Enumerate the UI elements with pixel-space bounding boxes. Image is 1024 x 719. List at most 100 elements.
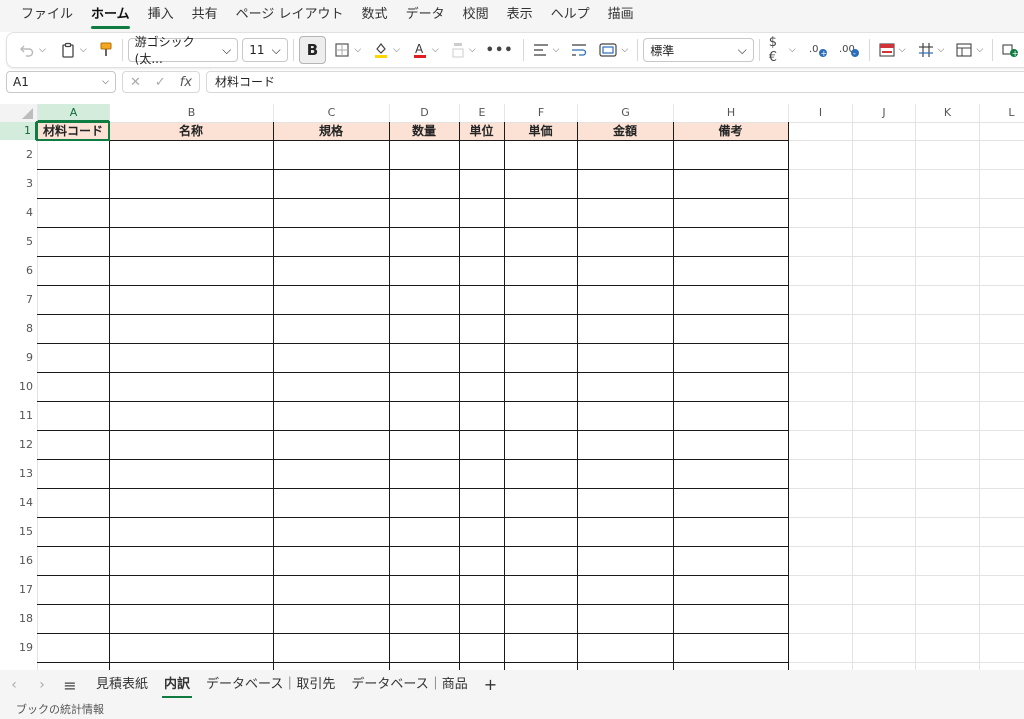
decrease-decimal-icon: .00- xyxy=(839,44,859,58)
column-header-C[interactable]: C xyxy=(273,104,389,122)
format-as-table-button[interactable]: ⌵ xyxy=(914,37,949,63)
column-header-B[interactable]: B xyxy=(109,104,273,122)
table-border-horizontal xyxy=(37,227,788,228)
merge-button[interactable]: ⌵ xyxy=(595,37,632,63)
row-header-9[interactable]: 9 xyxy=(0,343,37,372)
header-cell-E[interactable]: 単位 xyxy=(459,122,504,140)
row-header-1[interactable]: 1 xyxy=(0,122,37,140)
formula-input[interactable]: 材料コード xyxy=(206,71,1024,93)
insert-cells-button[interactable]: + ⌵ xyxy=(998,37,1024,63)
row-header-2[interactable]: 2 xyxy=(0,140,37,169)
selected-cell-outline xyxy=(36,121,110,141)
column-header-F[interactable]: F xyxy=(504,104,577,122)
chevron-down-icon: ⌵ xyxy=(102,77,109,87)
column-header-G[interactable]: G xyxy=(577,104,673,122)
row-header-4[interactable]: 4 xyxy=(0,198,37,227)
row-header-12[interactable]: 12 xyxy=(0,430,37,459)
menu-tab-4[interactable]: ページ レイアウト xyxy=(227,0,353,32)
chevron-down-icon: ⌵ xyxy=(222,42,232,57)
menu-tab-7[interactable]: 校閲 xyxy=(454,0,498,32)
spreadsheet-grid[interactable]: A B C D E F G H I J K L 1 2 3 4 5 6 7 8 9 10 11 12 13 14 15 16 17 18 1… xyxy=(0,104,1024,670)
row-header-11[interactable]: 11 xyxy=(0,401,37,430)
name-box[interactable]: A1 ⌵ xyxy=(6,71,116,93)
row-header-15[interactable]: 15 xyxy=(0,517,37,546)
add-sheet-button[interactable]: + xyxy=(476,670,505,700)
header-cell-F[interactable]: 単価 xyxy=(504,122,577,140)
header-cell-D[interactable]: 数量 xyxy=(389,122,459,140)
header-cell-G[interactable]: 金額 xyxy=(577,122,673,140)
table-border-horizontal xyxy=(37,459,788,460)
row-header-5[interactable]: 5 xyxy=(0,227,37,256)
row-header-17[interactable]: 17 xyxy=(0,575,37,604)
header-cell-C[interactable]: 規格 xyxy=(273,122,389,140)
align-button[interactable]: ⌵ xyxy=(529,37,564,63)
table-border-horizontal xyxy=(37,140,788,141)
row-header-18[interactable]: 18 xyxy=(0,604,37,633)
all-sheets-button[interactable]: ≡ xyxy=(56,676,84,695)
column-header-H[interactable]: H xyxy=(673,104,788,122)
insert-function-button[interactable]: fx xyxy=(180,75,192,90)
svg-text:.0: .0 xyxy=(809,44,819,55)
fill-color-button[interactable]: ⌵ xyxy=(369,37,404,63)
header-cell-H[interactable]: 備考 xyxy=(673,122,788,140)
more-options-button[interactable]: ••• xyxy=(482,37,518,63)
font-name-select[interactable]: 游ゴシック (太... ⌵ xyxy=(127,35,239,66)
bold-button[interactable]: B xyxy=(298,36,327,64)
font-color-button[interactable]: A ⌵ xyxy=(408,37,443,63)
row-header-6[interactable]: 6 xyxy=(0,256,37,285)
row-header-19[interactable]: 19 xyxy=(0,633,37,662)
next-sheet-button[interactable]: › xyxy=(28,677,56,693)
currency-format-button[interactable]: $€ ⌵ xyxy=(765,35,800,65)
select-all-corner[interactable] xyxy=(0,104,37,122)
paste-button[interactable]: ⌵ xyxy=(56,37,91,63)
chevron-down-icon: ⌵ xyxy=(354,45,362,55)
column-header-J[interactable]: J xyxy=(852,104,915,122)
column-header-D[interactable]: D xyxy=(389,104,459,122)
font-size-select[interactable]: 11 ⌵ xyxy=(242,38,288,62)
check-icon[interactable]: ✓ xyxy=(155,75,166,90)
row-header-7[interactable]: 7 xyxy=(0,285,37,314)
menu-tab-3[interactable]: 共有 xyxy=(183,0,227,32)
row-header-16[interactable]: 16 xyxy=(0,546,37,575)
menu-tab-2[interactable]: 挿入 xyxy=(139,0,183,32)
separator xyxy=(992,39,994,61)
menu-tab-9[interactable]: ヘルプ xyxy=(542,0,599,32)
wrap-text-button[interactable] xyxy=(567,37,591,63)
menu-tab-8[interactable]: 表示 xyxy=(498,0,542,32)
borders-button[interactable]: ⌵ xyxy=(330,37,365,63)
header-cell-B[interactable]: 名称 xyxy=(109,122,273,140)
sheet-tab-3[interactable]: データベース｜商品 xyxy=(343,670,475,700)
menu-tab-1[interactable]: ホーム xyxy=(82,0,139,32)
chevron-down-icon: ⌵ xyxy=(621,45,629,55)
sheet-tab-2[interactable]: データベース｜取引先 xyxy=(198,670,343,700)
conditional-format-button[interactable]: ⌵ xyxy=(875,37,910,63)
cancel-icon[interactable]: ✕ xyxy=(130,75,141,90)
undo-button[interactable]: ⌵ xyxy=(15,37,50,63)
number-format-value: 標準 xyxy=(650,43,675,58)
column-header-K[interactable]: K xyxy=(915,104,979,122)
workbook-statistics[interactable]: ブックの統計情報 xyxy=(16,703,104,716)
phonetic-button[interactable]: ⌵ xyxy=(447,37,480,63)
cell-styles-button[interactable]: ⌵ xyxy=(952,37,987,63)
column-header-A[interactable]: A xyxy=(37,104,109,122)
row-header-10[interactable]: 10 xyxy=(0,372,37,401)
currency-icon: $€ xyxy=(768,35,778,65)
sheet-tab-1[interactable]: 内訳 xyxy=(156,670,198,700)
decrease-decimal-button[interactable]: .00- xyxy=(834,37,864,63)
column-header-E[interactable]: E xyxy=(459,104,504,122)
column-header-L[interactable]: L xyxy=(979,104,1024,122)
menu-tab-10[interactable]: 描画 xyxy=(599,0,643,32)
row-header-3[interactable]: 3 xyxy=(0,169,37,198)
increase-decimal-button[interactable]: .0 + xyxy=(804,37,832,63)
column-header-I[interactable]: I xyxy=(788,104,852,122)
menu-tab-0[interactable]: ファイル xyxy=(12,0,82,32)
row-header-13[interactable]: 13 xyxy=(0,459,37,488)
format-painter-button[interactable] xyxy=(95,37,117,63)
number-format-select[interactable]: 標準 ⌵ xyxy=(643,38,754,62)
menu-tab-5[interactable]: 数式 xyxy=(353,0,397,32)
row-header-14[interactable]: 14 xyxy=(0,488,37,517)
prev-sheet-button[interactable]: ‹ xyxy=(0,677,28,693)
row-header-8[interactable]: 8 xyxy=(0,314,37,343)
menu-tab-6[interactable]: データ xyxy=(397,0,454,32)
sheet-tab-0[interactable]: 見積表紙 xyxy=(88,670,156,700)
